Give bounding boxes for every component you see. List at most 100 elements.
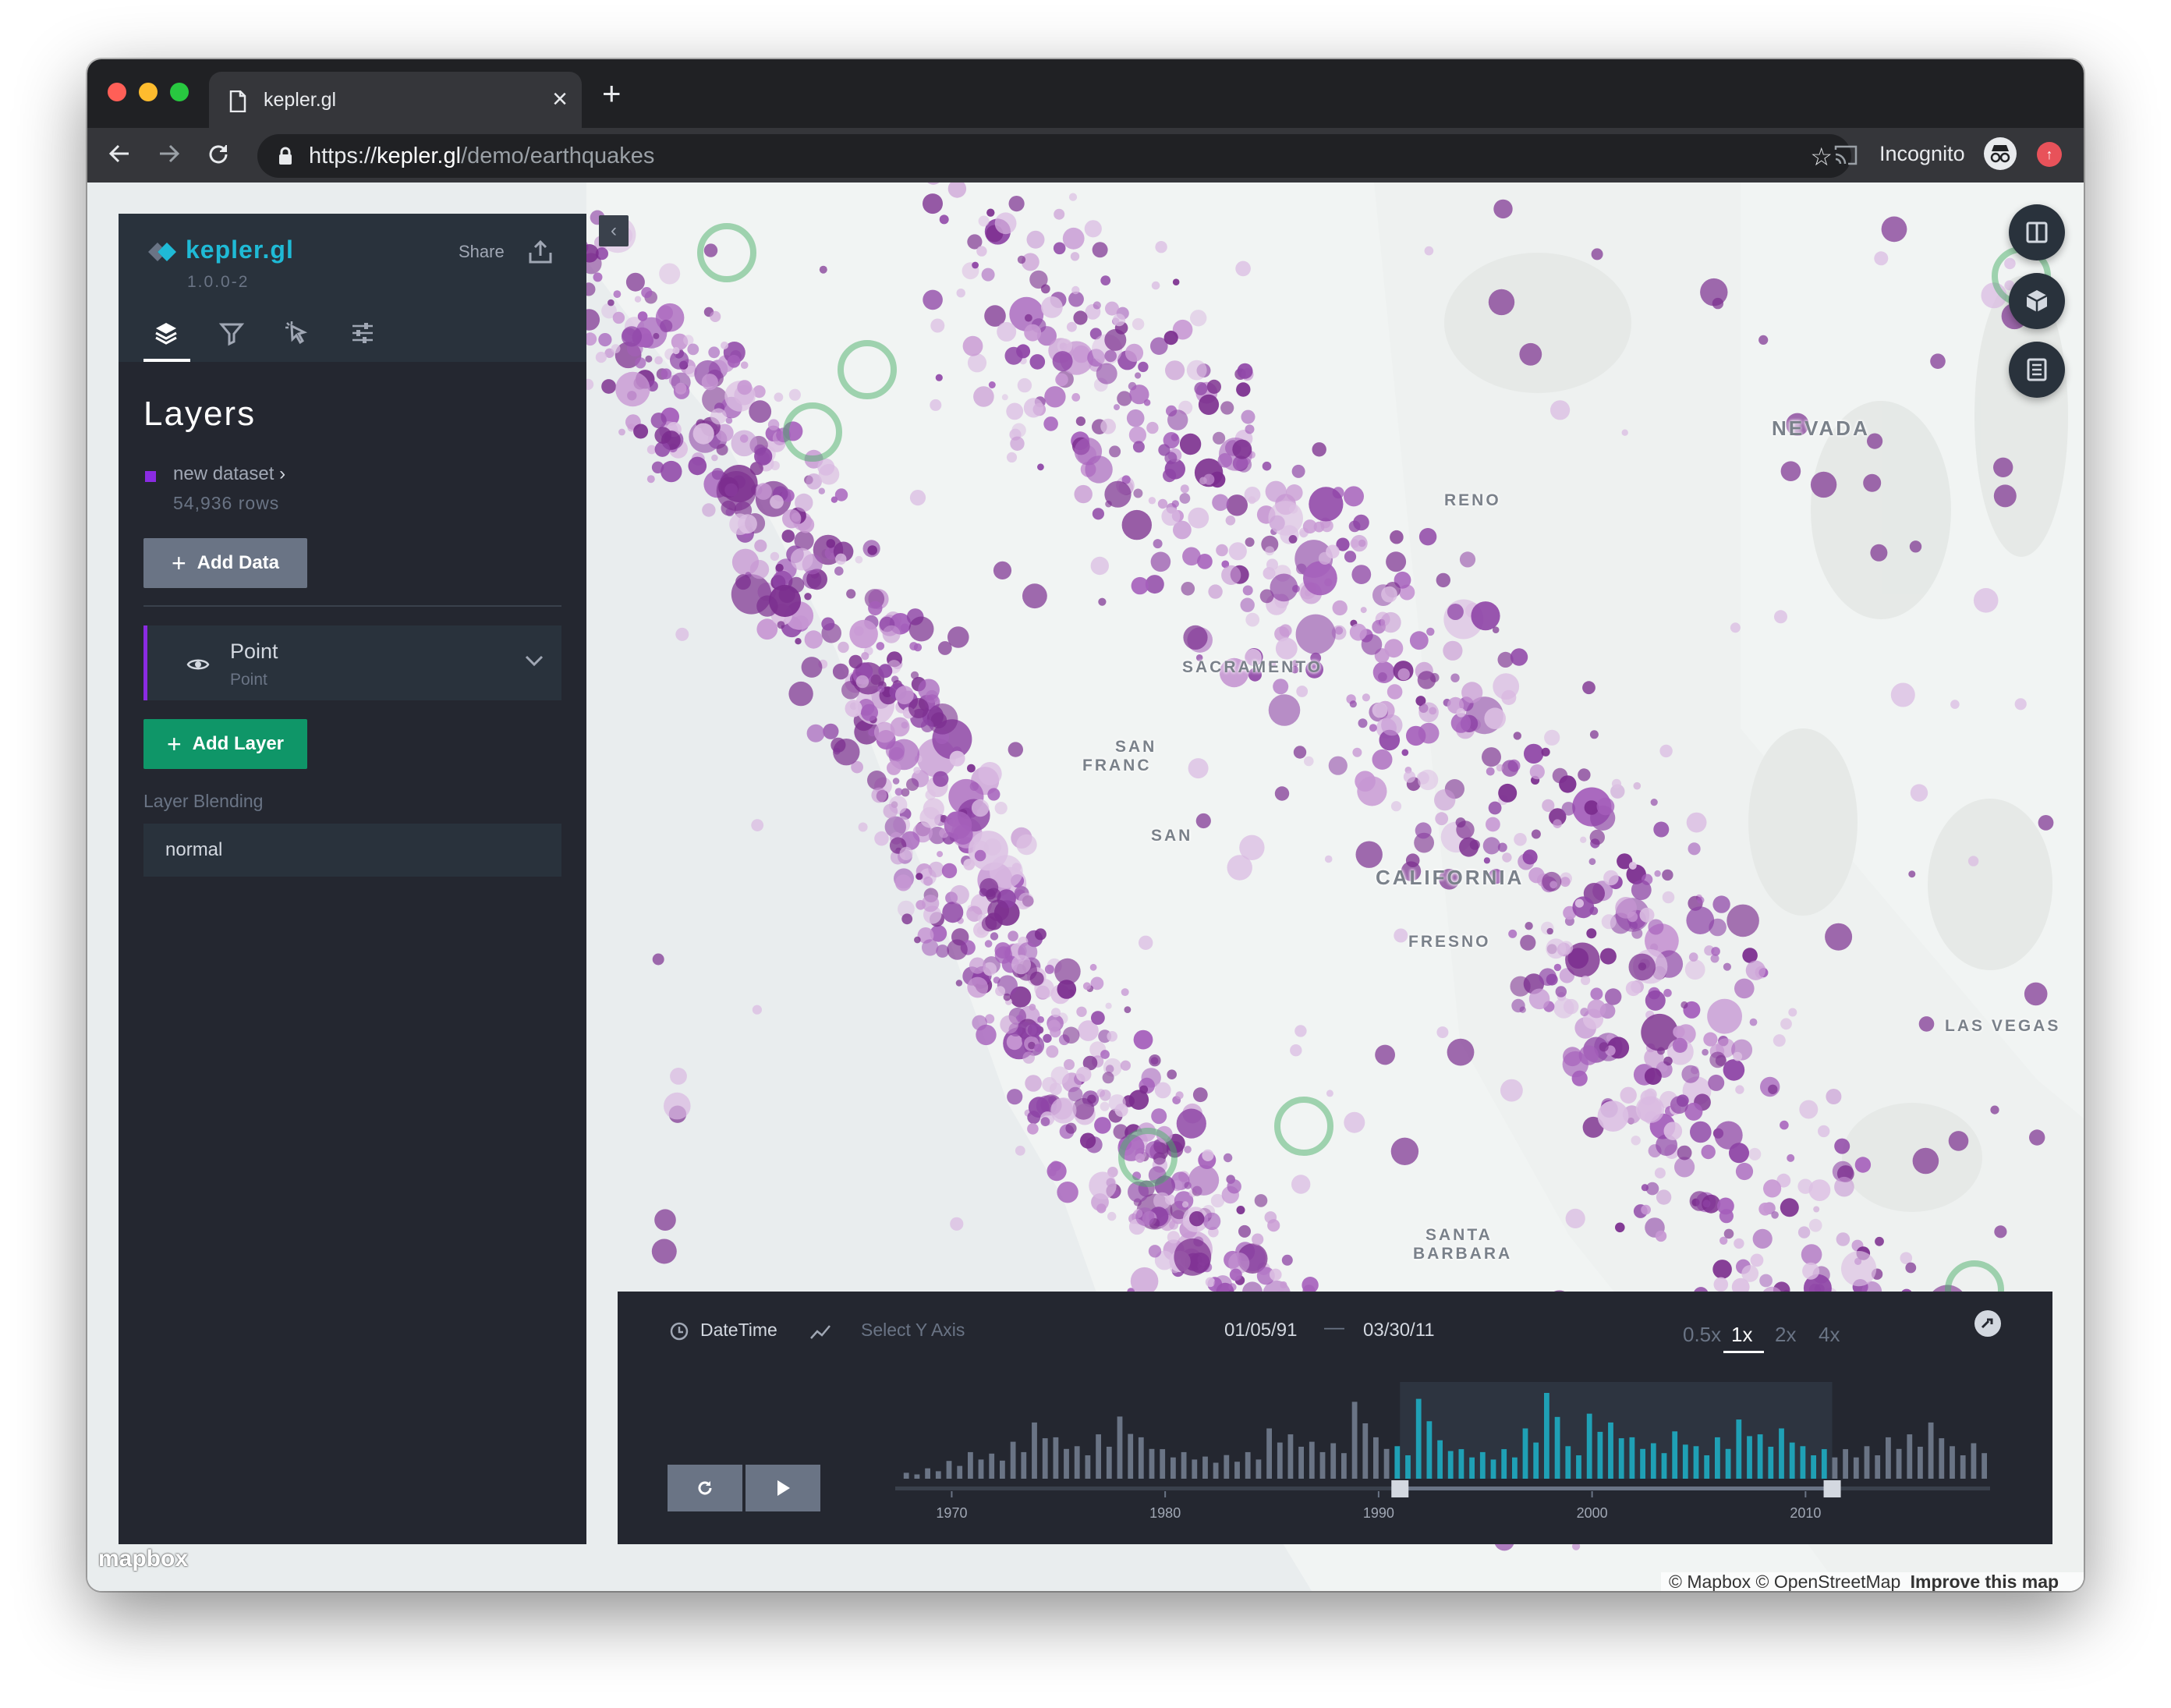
earthquake-point <box>1188 1164 1220 1196</box>
share-icon[interactable] <box>527 239 554 265</box>
earthquake-point <box>1208 584 1223 599</box>
earthquake-point <box>1496 764 1504 772</box>
earthquake-point <box>950 884 969 905</box>
earthquake-point <box>1553 963 1562 972</box>
add-layer-button[interactable]: + Add Layer <box>143 719 307 769</box>
histogram-bar <box>1405 1455 1411 1479</box>
earthquake-point <box>834 566 844 576</box>
collapse-sidebar-button[interactable]: ‹ <box>599 215 629 246</box>
histogram-bar <box>1170 1457 1176 1479</box>
close-tab-icon[interactable]: × <box>552 86 568 112</box>
earthquake-point <box>855 675 869 689</box>
earthquake-point <box>1436 1026 1449 1039</box>
forward-icon[interactable] <box>158 142 181 165</box>
bookmark-star-icon[interactable]: ☆ <box>1810 142 1833 172</box>
earthquake-point <box>1662 891 1675 904</box>
earthquake-point <box>1098 597 1107 606</box>
eye-icon[interactable] <box>186 657 210 672</box>
histogram-bar <box>1128 1433 1134 1479</box>
histogram-bar <box>1672 1431 1678 1479</box>
earthquake-point <box>731 430 758 457</box>
earthquake-point <box>1091 1011 1105 1025</box>
layer-panel-point[interactable]: Point Point <box>143 625 561 700</box>
earthquake-point <box>1461 682 1483 703</box>
earthquake-point <box>1603 870 1619 886</box>
earthquake-point <box>1628 862 1637 870</box>
earthquake-point <box>1025 1075 1042 1092</box>
earthquake-point <box>1074 438 1103 466</box>
attribution-text[interactable]: © Mapbox © OpenStreetMap <box>1669 1572 1900 1591</box>
earthquake-point <box>641 287 653 299</box>
close-window-button[interactable] <box>108 83 126 101</box>
range-end-handle[interactable] <box>1823 1480 1841 1497</box>
earthquake-point <box>1174 1238 1212 1276</box>
cast-icon[interactable] <box>1833 144 1859 167</box>
earthquake-point <box>1520 934 1536 951</box>
mapbox-logo[interactable]: mapbox <box>98 1546 188 1572</box>
address-bar[interactable]: https://kepler.gl/demo/earthquakes ☆ <box>257 134 1851 178</box>
map-settings-icon[interactable] <box>349 320 376 346</box>
chevron-down-icon[interactable] <box>524 654 544 668</box>
earthquake-point <box>906 778 919 792</box>
earthquake-point <box>846 589 856 599</box>
reload-icon[interactable] <box>206 142 231 167</box>
filter-icon[interactable] <box>218 320 245 346</box>
earthquake-point <box>1100 1101 1110 1111</box>
share-button[interactable]: Share <box>459 242 505 262</box>
earthquake-point <box>1295 614 1336 654</box>
3d-view-button[interactable] <box>2009 273 2065 329</box>
earthquake-point <box>1265 480 1287 502</box>
earthquake-point <box>1206 379 1221 394</box>
earthquake-point <box>1198 394 1220 415</box>
layer-blending-select[interactable]: normal <box>143 824 561 877</box>
earthquake-point <box>1041 296 1063 318</box>
earthquake-point <box>1100 418 1116 434</box>
earthquake-point <box>1910 784 1928 802</box>
back-icon[interactable] <box>108 142 131 165</box>
earthquake-point <box>1189 1211 1205 1227</box>
earthquake-point <box>1994 1225 2007 1238</box>
histogram-bar <box>1266 1428 1272 1479</box>
histogram-bar <box>1693 1446 1699 1479</box>
earthquake-point <box>1710 954 1719 963</box>
earthquake-point <box>1459 551 1476 568</box>
extension-icon[interactable]: ↑ <box>2037 142 2062 167</box>
earthquake-point <box>1131 576 1149 595</box>
histogram-bar <box>1138 1437 1144 1479</box>
range-start-handle[interactable] <box>1391 1480 1409 1497</box>
earthquake-point <box>1288 535 1298 544</box>
earthquake-point <box>1486 767 1495 776</box>
earthquake-point <box>894 874 912 891</box>
earthquake-point <box>1659 1063 1668 1072</box>
layer-name[interactable]: Point <box>230 640 278 664</box>
maximize-window-button[interactable] <box>170 83 189 101</box>
earthquake-point <box>1424 246 1434 256</box>
incognito-icon[interactable] <box>1984 137 2017 170</box>
earthquake-point <box>654 441 671 457</box>
improve-map-link[interactable]: Improve this map <box>1911 1572 2059 1591</box>
minimize-window-button[interactable] <box>139 83 158 101</box>
earthquake-point <box>688 456 707 476</box>
dataset-name[interactable]: new dataset › <box>173 463 285 485</box>
earthquake-point <box>1133 1029 1153 1050</box>
time-histogram[interactable] <box>618 1292 2052 1544</box>
earthquake-point <box>939 214 949 225</box>
earthquake-point <box>1590 987 1603 1001</box>
histogram-bar <box>1053 1437 1059 1479</box>
earthquake-point <box>1522 849 1538 865</box>
split-map-button[interactable] <box>2009 204 2065 260</box>
add-data-button[interactable]: + Add Data <box>143 538 307 588</box>
histogram-bar <box>1843 1449 1848 1479</box>
earthquake-point <box>1037 463 1044 471</box>
legend-button[interactable] <box>2009 342 2065 398</box>
earthquake-point <box>1690 1121 1712 1143</box>
earthquake-point <box>1192 1087 1208 1103</box>
earthquake-point <box>1349 623 1367 641</box>
earthquake-point <box>1135 1207 1155 1227</box>
interaction-icon[interactable] <box>284 320 310 346</box>
new-tab-button[interactable]: + <box>602 77 622 110</box>
browser-tab[interactable]: kepler.gl × <box>209 72 582 128</box>
histogram-bar <box>1064 1448 1069 1479</box>
layers-icon[interactable] <box>153 320 179 346</box>
earthquake-point <box>1650 799 1658 806</box>
